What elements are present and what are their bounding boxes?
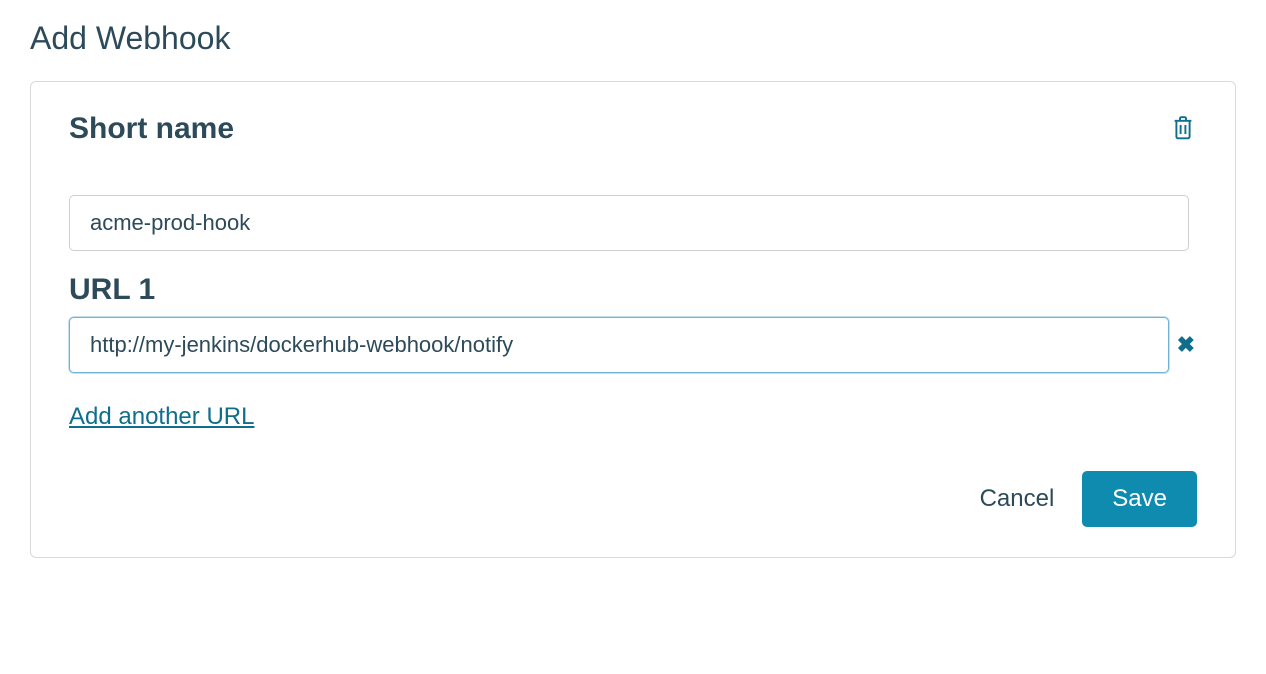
webhook-form-card: Short name URL 1 ✖ Add another URL [30, 81, 1236, 558]
add-another-url-link[interactable]: Add another URL [69, 403, 254, 431]
delete-webhook-button[interactable] [1169, 112, 1197, 147]
card-header: Short name [69, 112, 1197, 147]
trash-icon [1173, 116, 1193, 143]
short-name-input[interactable] [69, 195, 1189, 251]
form-actions: Cancel Save [69, 471, 1197, 527]
url-row: ✖ [69, 317, 1197, 373]
short-name-label: Short name [69, 112, 234, 146]
url-section: URL 1 ✖ [69, 273, 1197, 373]
cancel-button[interactable]: Cancel [980, 485, 1055, 513]
page-title: Add Webhook [30, 20, 1236, 57]
url-1-input[interactable] [69, 317, 1169, 373]
close-icon: ✖ [1177, 332, 1195, 357]
url-1-label: URL 1 [69, 273, 1197, 307]
save-button[interactable]: Save [1082, 471, 1197, 527]
remove-url-button[interactable]: ✖ [1175, 334, 1197, 356]
